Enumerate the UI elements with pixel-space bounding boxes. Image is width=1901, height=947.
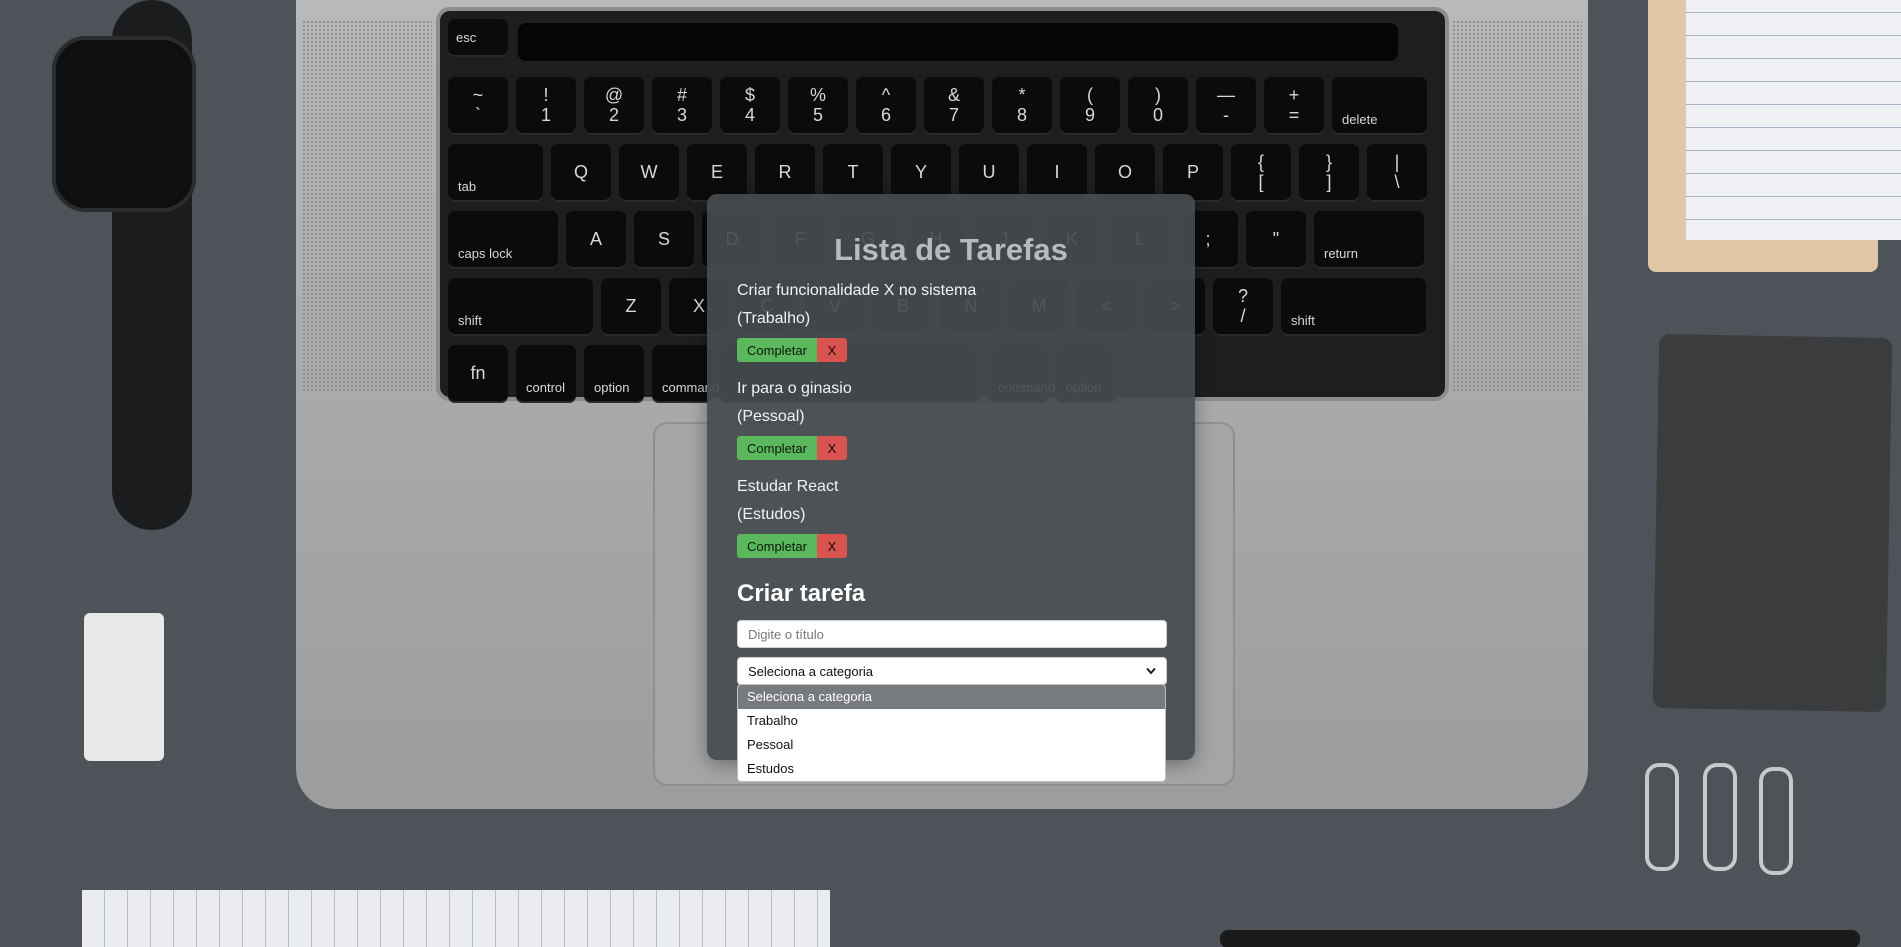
keyboard-key: + =: [1264, 77, 1324, 135]
task-title: Ir para o ginasio: [737, 380, 852, 397]
speaker-grille-right: [1452, 20, 1582, 392]
keyboard-key: W: [619, 144, 679, 202]
keyboard-key: ^ 6: [856, 77, 916, 135]
task-actions: Completar X: [737, 534, 1165, 558]
pen: [1220, 930, 1860, 947]
create-task-heading: Criar tarefa: [737, 580, 866, 607]
keyboard-key: ( 9: [1060, 77, 1120, 135]
eraser: [84, 613, 164, 761]
keyboard-key: & 7: [924, 77, 984, 135]
category-option[interactable]: Trabalho: [738, 709, 1165, 733]
keyboard-key: } ]: [1299, 144, 1359, 202]
category-select[interactable]: Seleciona a categoria: [737, 657, 1167, 685]
task-item: Estudar React (Estudos) Completar X: [737, 473, 1165, 558]
delete-button[interactable]: X: [816, 436, 847, 460]
chevron-down-icon: [1146, 667, 1156, 675]
keyboard-key: ! 1: [516, 77, 576, 135]
complete-button[interactable]: Completar: [737, 338, 817, 362]
keyboard-key: control: [516, 345, 576, 403]
task-category: (Trabalho): [737, 310, 811, 327]
keyboard-key: @ 2: [584, 77, 644, 135]
keyboard-key: % 5: [788, 77, 848, 135]
paperclip: [1703, 763, 1737, 871]
task-title-input[interactable]: Digite o título: [737, 620, 1167, 648]
app-title: Lista de Tarefas: [834, 232, 1068, 267]
keyboard-key: tab: [448, 144, 543, 202]
keyboard-key: S: [634, 211, 694, 269]
keyboard-key: ? /: [1213, 278, 1273, 336]
keyboard-key: command: [652, 345, 719, 403]
category-select-value: Seleciona a categoria: [748, 663, 874, 679]
task-category: (Pessoal): [737, 408, 805, 425]
paperclip: [1759, 767, 1793, 875]
delete-button[interactable]: X: [816, 534, 847, 558]
category-dropdown-list: Seleciona a categoria Trabalho Pessoal E…: [737, 684, 1166, 782]
keyboard-key: shift: [448, 278, 593, 336]
keyboard-key: Q: [551, 144, 611, 202]
keyboard-key: Z: [601, 278, 661, 336]
keyboard-key: A: [566, 211, 626, 269]
category-option[interactable]: Estudos: [738, 757, 1165, 781]
speaker-grille-left: [302, 20, 432, 392]
keyboard-key: caps lock: [448, 211, 558, 269]
task-actions: Completar X: [737, 436, 1165, 460]
keyboard-key: * 8: [992, 77, 1052, 135]
category-option[interactable]: Seleciona a categoria: [738, 685, 1165, 709]
key-esc: esc: [448, 19, 508, 57]
task-category: (Estudos): [737, 506, 806, 523]
task-actions: Completar X: [737, 338, 1165, 362]
keyrow-numbers: ~ `! 1 @ 2 # 3 $ 4% 5 ^ 6 & 7 * 8( 9) 0— - + = d…: [448, 77, 1437, 135]
key-esc-label: esc: [456, 30, 477, 45]
paperclip: [1645, 763, 1679, 871]
notepad: [82, 890, 830, 947]
keyboard-key: { [: [1231, 144, 1291, 202]
keyboard-key: shift: [1281, 278, 1426, 336]
keyboard-key: $ 4: [720, 77, 780, 135]
keyboard-key: option: [584, 345, 644, 403]
keyboard-key: ) 0: [1128, 77, 1188, 135]
task-title: Estudar React: [737, 478, 839, 495]
complete-button[interactable]: Completar: [737, 436, 817, 460]
task-item: Criar funcionalidade X no sistema (Traba…: [737, 277, 1165, 362]
delete-button[interactable]: X: [816, 338, 847, 362]
todo-app-panel: Lista de Tarefas Criar funcionalidade X …: [707, 194, 1195, 760]
task-item: Ir para o ginasio (Pessoal) Completar X: [737, 375, 1165, 460]
leather-wallet: [1652, 333, 1893, 713]
keyboard-key: — -: [1196, 77, 1256, 135]
keyboard-key: delete: [1332, 77, 1427, 135]
watch-face: [52, 36, 196, 212]
keyboard-key: | \: [1367, 144, 1427, 202]
keyboard-key: ~ `: [448, 77, 508, 135]
category-option[interactable]: Pessoal: [738, 733, 1165, 757]
notebook-paper: [1686, 0, 1901, 240]
keyboard-key: # 3: [652, 77, 712, 135]
keyboard-key: return: [1314, 211, 1424, 269]
keyboard-key: ": [1246, 211, 1306, 269]
keyboard-key: fn: [448, 345, 508, 403]
task-title: Criar funcionalidade X no sistema: [737, 282, 977, 299]
task-title-placeholder: Digite o título: [748, 626, 824, 642]
complete-button[interactable]: Completar: [737, 534, 817, 558]
